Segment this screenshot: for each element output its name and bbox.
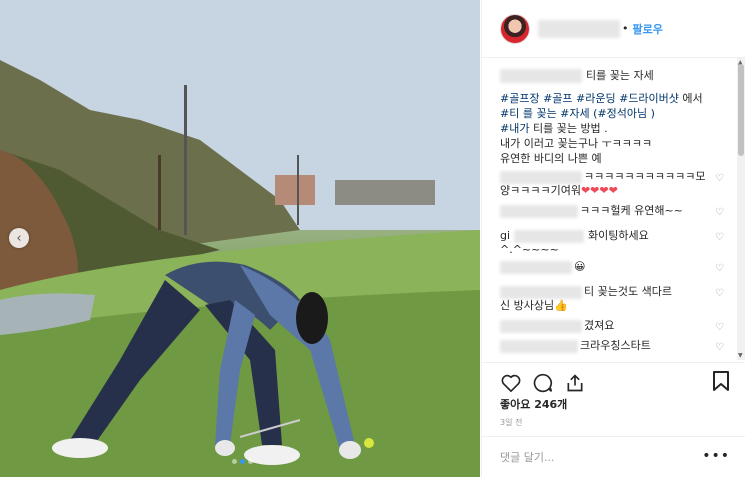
like-comment-heart-icon[interactable]: ♡	[715, 206, 724, 220]
username-blurred	[500, 69, 582, 83]
avatar[interactable]	[500, 13, 530, 44]
carousel-dot	[248, 459, 253, 464]
post-side-panel: • 팔로우 티를 꽂는 자세 #골프장 #골프 #라운딩 #드라이버샷 에서 #…	[481, 0, 745, 477]
post-timestamp[interactable]: 3일 전	[500, 417, 522, 428]
follow-button[interactable]: 팔로우	[633, 21, 663, 37]
add-comment-bar[interactable]: 댓글 달기... •••	[482, 436, 745, 477]
carousel-dot-active	[240, 459, 245, 464]
username-blurred[interactable]	[500, 170, 582, 184]
comment-item: 크라우칭스타트 ♡	[500, 339, 724, 360]
red-heart-emoji: ❤❤❤❤	[580, 184, 618, 197]
username-blurred[interactable]	[500, 204, 578, 218]
share-icon[interactable]	[562, 370, 588, 396]
caption-line: #골프장 #골프 #라운딩 #드라이버샷 에서	[500, 92, 703, 105]
caption-line: #내가 티를 꽂는 방법 .	[500, 122, 608, 135]
caption-line: #티 를 꽂는 #자세 (#정석아님 )	[500, 106, 722, 121]
caption-line: 내가 이러고 꽂는구나 ㅜㅋㅋㅋㅋ	[500, 137, 653, 150]
previous-photo-button[interactable]: ‹	[9, 228, 29, 248]
comment-item: 티 꽂는것도 색다르 ♡	[500, 285, 724, 299]
scroll-down-icon[interactable]: ▼	[738, 352, 743, 359]
scrollbar-thumb[interactable]	[738, 64, 744, 156]
header-separator: •	[622, 22, 629, 35]
caption-line: 유연한 바디의 나쁜 예	[500, 152, 602, 165]
like-comment-heart-icon[interactable]: ♡	[715, 321, 724, 335]
username-blurred[interactable]	[500, 260, 572, 274]
username-blurred[interactable]	[514, 229, 585, 243]
username-blurred[interactable]	[500, 319, 582, 333]
more-options-icon[interactable]: •••	[702, 448, 730, 464]
hashtag-link[interactable]: #티 를 꽂는 #자세 (#정석아님 )	[500, 107, 655, 120]
post-caption: 티를 꽂는 자세 #골프장 #골프 #라운딩 #드라이버샷 에서 #티 를 꽂는…	[500, 68, 722, 166]
bookmark-icon[interactable]	[712, 370, 730, 395]
comment-icon[interactable]	[530, 370, 556, 396]
comment-item: ㅋㅋㅋㅋㅋㅋㅋㅋㅋㅋㅋ모 ♡	[500, 170, 724, 184]
comment-item: 겼져요 ♡	[500, 319, 724, 339]
like-comment-heart-icon[interactable]: ♡	[715, 262, 724, 276]
username-blurred[interactable]	[500, 339, 578, 353]
hashtag-link[interactable]: #골프장 #골프 #라운딩 #드라이버샷	[500, 92, 679, 105]
post-header: • 팔로우	[482, 0, 745, 58]
comment-item-continued: 신 방사상님👍	[500, 299, 568, 312]
comment-item: 😀 ♡	[500, 260, 724, 285]
comment-input[interactable]: 댓글 달기...	[500, 449, 554, 465]
post-photo[interactable]: ‹	[0, 0, 480, 477]
comment-item-continued: 양ㅋㅋㅋㅋ기여워❤❤❤❤	[500, 184, 618, 197]
caption-line: 티를 꽂는 자세	[500, 68, 722, 83]
comments-scrollbar[interactable]: ▲ ▼	[737, 58, 745, 360]
chevron-left-icon: ‹	[16, 230, 22, 246]
username-blurred[interactable]	[538, 19, 620, 38]
comment-item: gi 화이팅하세요 ♡	[500, 229, 724, 243]
heart-icon[interactable]	[498, 370, 524, 396]
like-comment-heart-icon[interactable]: ♡	[715, 341, 724, 355]
carousel-dot	[232, 459, 237, 464]
comment-item: ㅋㅋㅋ헐케 유연해~~ ♡	[500, 204, 724, 229]
hashtag-link[interactable]: #내가	[500, 122, 529, 135]
username-blurred[interactable]	[500, 285, 582, 299]
golf-scene-image	[0, 0, 480, 477]
like-count[interactable]: 좋아요 246개	[500, 396, 567, 412]
comment-item-continued: ^.^~~~~	[500, 243, 559, 256]
comments-list[interactable]: 티를 꽂는 자세 #골프장 #골프 #라운딩 #드라이버샷 에서 #티 를 꽂는…	[482, 58, 740, 360]
carousel-indicator	[232, 459, 253, 464]
